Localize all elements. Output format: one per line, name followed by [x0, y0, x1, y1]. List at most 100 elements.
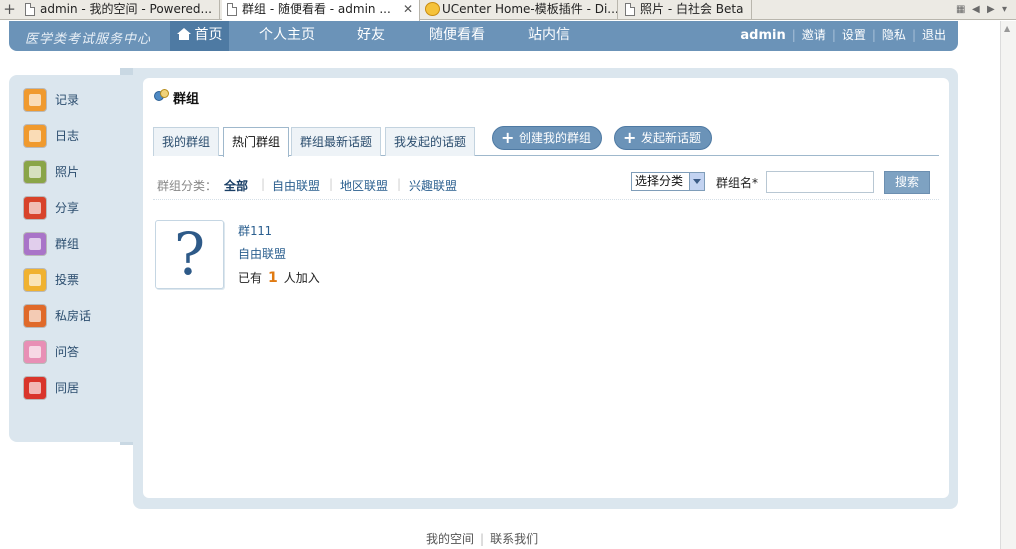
settings-link[interactable]: 设置 [842, 28, 866, 42]
new-topic-button[interactable]: + 发起新话题 [614, 126, 713, 150]
sidebar-item-label: 群组 [55, 237, 80, 251]
nav-messages-label: 站内信 [528, 27, 570, 43]
scroll-tabs-left-icon[interactable]: ◀ [972, 2, 980, 17]
category-label: 群组分类： [157, 179, 218, 193]
journal-icon [23, 124, 47, 148]
question-mark-icon: ? [173, 220, 206, 288]
group-icon [153, 88, 169, 104]
nav-browse[interactable]: 随便看看 [417, 21, 497, 51]
owl-icon [23, 304, 47, 328]
sidebar-item-label: 私房话 [55, 309, 92, 323]
tab-my-topics[interactable]: 我发起的话题 [385, 127, 476, 156]
browser-tab-title: admin - 我的空间 - Powered... [40, 2, 212, 16]
nav-friends-label: 好友 [357, 27, 385, 43]
category-interest[interactable]: 兴趣联盟 [409, 177, 457, 194]
browser-tab-title: 照片 - 白社会 Beta [640, 2, 744, 16]
member-count: 已有 1 人加入 [238, 269, 320, 286]
browser-tab-strip: + admin - 我的空间 - Powered... 群组 - 随便看看 - … [0, 0, 1016, 21]
privacy-link[interactable]: 隐私 [882, 28, 906, 42]
new-topic-label: 发起新话题 [641, 131, 702, 145]
group-name-link[interactable]: 群111 [238, 222, 272, 239]
letter-icon [23, 340, 47, 364]
home-icon [176, 28, 191, 40]
plus-icon: + [623, 128, 637, 147]
separator: | [261, 177, 266, 191]
nav-messages[interactable]: 站内信 [517, 21, 581, 51]
separator: | [871, 28, 876, 42]
separator: | [791, 28, 796, 42]
sidebar-item-label: 同居 [55, 381, 80, 395]
create-group-label: 创建我的群组 [519, 131, 592, 145]
document-icon [227, 3, 237, 16]
browser-tab-title: UCenter Home-模板插件 - Di... [442, 2, 618, 16]
scroll-up-icon[interactable]: ▲ [1004, 24, 1010, 33]
tab-list-icon[interactable]: ▦ [956, 2, 965, 17]
close-tab-icon[interactable]: ✕ [403, 0, 413, 19]
dice-icon [23, 376, 47, 400]
main-panel: 群组 我的群组 热门群组 群组最新话题 我发起的话题 + 创建我的群组 + 发起新话… [143, 78, 949, 498]
notepad-icon [23, 88, 47, 112]
tab-latest-topics[interactable]: 群组最新话题 [291, 127, 382, 156]
sidebar: 记录 日志 照片 分享 群组 投票 私房话 问答 同居 [9, 75, 133, 442]
footer: 我的空间 | 联系我们 [426, 530, 538, 547]
browser-tab-groups[interactable]: 群组 - 随便看看 - admin ... ✕ [222, 0, 420, 21]
sidebar-item-label: 分享 [55, 201, 80, 215]
ucenter-icon [425, 2, 440, 16]
invite-link[interactable]: 邀请 [802, 28, 826, 42]
nav-home[interactable]: 首页 [170, 21, 229, 51]
separator: | [480, 532, 485, 546]
chart-icon [23, 268, 47, 292]
sidebar-item-label: 问答 [55, 345, 80, 359]
tab-menu-icon[interactable]: ▾ [1002, 2, 1007, 17]
footer-my-space-link[interactable]: 我的空间 [426, 532, 474, 546]
category-all[interactable]: 全部 [224, 177, 248, 194]
logout-link[interactable]: 退出 [922, 28, 946, 42]
site-logo[interactable]: 医学类考试服务中心 [25, 28, 151, 47]
nav-home-label: 首页 [194, 27, 223, 43]
new-tab-icon[interactable]: + [2, 2, 17, 17]
tab-my-groups[interactable]: 我的群组 [153, 127, 220, 156]
photo-icon [23, 160, 47, 184]
nav-profile[interactable]: 个人主页 [247, 21, 327, 51]
category-free[interactable]: 自由联盟 [272, 177, 320, 194]
browser-tab-ucenter[interactable]: UCenter Home-模板插件 - Di... [422, 0, 618, 20]
page-scrollbar[interactable]: ▲ [1000, 21, 1016, 549]
browser-tab-my-space[interactable]: admin - 我的空间 - Powered... [20, 0, 220, 20]
username-link[interactable]: admin [740, 28, 785, 43]
member-count-prefix: 已有 [238, 271, 263, 285]
nav-browse-label: 随便看看 [429, 27, 485, 43]
gift-icon [23, 232, 47, 256]
scroll-tabs-right-icon[interactable]: ▶ [987, 2, 995, 17]
group-name-label: 群组名* [716, 176, 759, 190]
separator: | [329, 177, 334, 191]
group-tabs: 我的群组 热门群组 群组最新话题 我发起的话题 + 创建我的群组 + 发起新话题 [153, 125, 939, 157]
nav-friends[interactable]: 好友 [345, 21, 397, 51]
separator: | [397, 177, 402, 191]
nav-profile-label: 个人主页 [259, 27, 315, 43]
category-select[interactable]: 选择分类 [631, 172, 705, 191]
browser-tab-photos[interactable]: 照片 - 白社会 Beta [620, 0, 752, 20]
top-nav: 医学类考试服务中心 首页 个人主页 好友 随便看看 站内信 admin | 邀请 | 设… [9, 21, 958, 51]
footer-contact-link[interactable]: 联系我们 [490, 532, 538, 546]
filter-bar: 群组分类： 全部 | 自由联盟 | 地区联盟 | 兴趣联盟 选择分类 群组名* … [153, 171, 939, 200]
category-select-value: 选择分类 [635, 174, 684, 188]
plus-icon: + [501, 128, 515, 147]
browser-tab-title: 群组 - 随便看看 - admin ... [242, 2, 391, 16]
group-name-input[interactable] [766, 171, 874, 193]
user-links: admin | 邀请 | 设置 | 隐私 | 退出 [740, 21, 946, 51]
page-title: 群组 [173, 92, 200, 107]
heart-icon [23, 196, 47, 220]
tab-hot-groups[interactable]: 热门群组 [223, 127, 290, 157]
separator: | [831, 28, 836, 42]
member-count-value: 1 [268, 270, 278, 286]
search-button[interactable]: 搜索 [884, 171, 930, 194]
group-avatar[interactable]: ? [155, 220, 224, 289]
sidebar-item-label: 日志 [55, 129, 80, 143]
member-count-suffix: 人加入 [283, 271, 320, 285]
separator: | [911, 28, 916, 42]
create-group-button[interactable]: + 创建我的群组 [492, 126, 603, 150]
group-category-link[interactable]: 自由联盟 [238, 245, 286, 262]
chevron-down-icon [689, 173, 704, 190]
category-region[interactable]: 地区联盟 [340, 177, 388, 194]
document-icon [25, 3, 35, 16]
